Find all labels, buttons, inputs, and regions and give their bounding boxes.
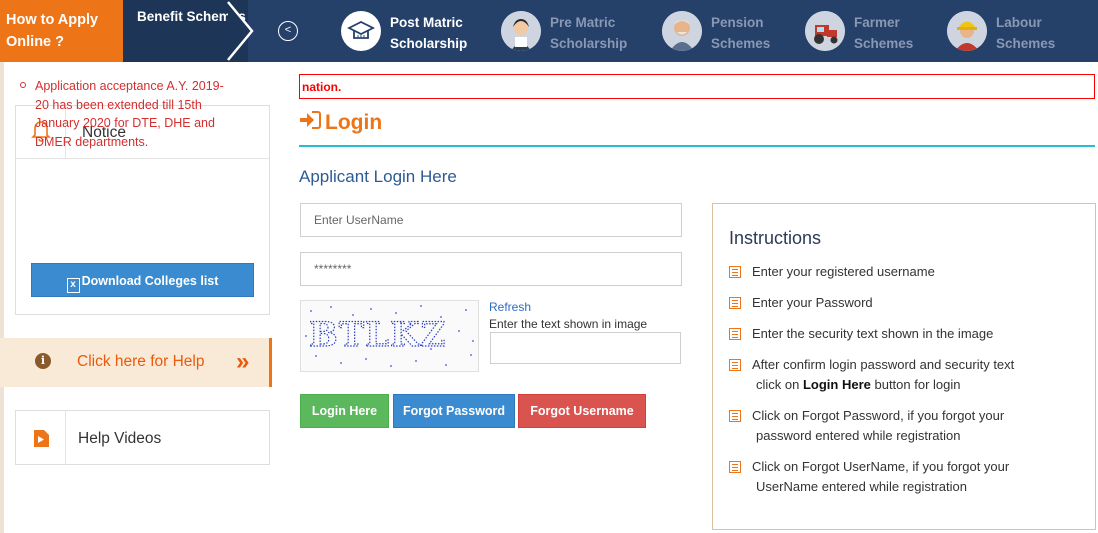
- help-link[interactable]: i Click here for Help »: [0, 338, 272, 387]
- captcha-image: BTLKZ: [300, 300, 479, 372]
- sidebar-border: [0, 62, 4, 533]
- instructions-list: Enter your registered username Enter you…: [729, 262, 1079, 508]
- graduation-cap-icon: [341, 11, 381, 51]
- excel-icon: x: [66, 278, 80, 293]
- download-label: Download Colleges list: [81, 274, 219, 288]
- top-nav: How to Apply Online ? Benefit Schemes < …: [0, 0, 1098, 62]
- back-arrow-button[interactable]: <: [278, 21, 298, 41]
- scheme-label: Pre Matric: [550, 15, 616, 30]
- scheme-label: Post Matric: [390, 15, 463, 30]
- worker-helmet-icon: [947, 11, 987, 51]
- bullet-icon: [20, 82, 26, 88]
- captcha-input[interactable]: [490, 332, 681, 364]
- list-icon: [729, 359, 741, 371]
- instruction-text: Enter the security text shown in the ima…: [752, 326, 994, 341]
- instruction-text: click on Login Here button for login: [752, 377, 961, 392]
- instruction-text: Enter your Password: [752, 295, 873, 310]
- double-chevron-right-icon: »: [236, 348, 250, 375]
- video-file-icon: [16, 411, 66, 464]
- divider: [299, 145, 1095, 147]
- help-videos-label: Help Videos: [78, 430, 162, 447]
- login-title-text: Login: [325, 111, 383, 134]
- scheme-label: Schemes: [996, 36, 1056, 51]
- help-videos-link[interactable]: Help Videos: [15, 410, 270, 465]
- notice-item: Application acceptance A.Y. 2019-20 has …: [20, 77, 234, 151]
- list-icon: [729, 461, 741, 473]
- list-icon: [729, 266, 741, 278]
- scheme-label: Schemes: [854, 36, 914, 51]
- instruction-item: Click on Forgot Password, if you forgot …: [729, 406, 1079, 446]
- list-icon: [729, 297, 741, 309]
- login-here-emphasis: Login Here: [802, 377, 871, 392]
- list-icon: [729, 410, 741, 422]
- username-input[interactable]: [300, 203, 682, 237]
- how-to-apply-link[interactable]: How to Apply Online ?: [0, 0, 123, 62]
- instruction-text: Click on Forgot Password, if you forgot …: [752, 408, 1005, 423]
- notice-text: Application acceptance A.Y. 2019-20 has …: [35, 79, 224, 149]
- download-colleges-button[interactable]: x Download Colleges list: [31, 263, 254, 297]
- instruction-text: password entered while registration: [756, 428, 961, 443]
- scheme-label: Pension: [711, 15, 764, 30]
- captcha-hint: Enter the text shown in image: [489, 317, 648, 331]
- list-icon: [729, 328, 741, 340]
- help-label: Click here for Help: [77, 353, 205, 370]
- instruction-item: After confirm login password and securit…: [729, 355, 1079, 395]
- instructions-panel: Instructions Enter your registered usern…: [712, 203, 1096, 530]
- captcha-refresh-link[interactable]: Refresh: [489, 300, 531, 314]
- instruction-text: Enter your registered username: [752, 264, 935, 279]
- instruction-item: Enter the security text shown in the ima…: [729, 324, 1079, 344]
- scheme-label: Scholarship: [390, 36, 468, 51]
- scheme-label: Labour: [996, 15, 1042, 30]
- applicant-login-heading: Applicant Login Here: [299, 167, 457, 186]
- error-message: nation.: [299, 74, 1095, 99]
- password-input[interactable]: [300, 252, 682, 286]
- instruction-text: UserName entered while registration: [756, 479, 967, 494]
- chevron-right-icon: [227, 1, 254, 61]
- instructions-title: Instructions: [729, 228, 822, 248]
- instruction-text: click on: [756, 377, 803, 392]
- instruction-item: Click on Forgot UserName, if you forgot …: [729, 457, 1079, 497]
- scheme-label: Farmer: [854, 15, 900, 30]
- scheme-label: Schemes: [711, 36, 771, 51]
- instruction-text: Click on Forgot UserName, if you forgot …: [752, 459, 1010, 474]
- info-icon: i: [35, 353, 51, 369]
- captcha-text: BTLKZ: [309, 315, 446, 355]
- forgot-password-button[interactable]: Forgot Password: [393, 394, 515, 428]
- instruction-text: After confirm login password and securit…: [752, 357, 1015, 372]
- instruction-item: Enter your Password: [729, 293, 1079, 313]
- sign-in-icon: [299, 111, 321, 135]
- elderly-man-icon: [662, 11, 702, 51]
- instruction-text: button for login: [870, 377, 961, 392]
- student-icon: [501, 11, 541, 51]
- instruction-item: Enter your registered username: [729, 262, 1079, 282]
- tractor-icon: [805, 11, 845, 51]
- login-button[interactable]: Login Here: [300, 394, 389, 428]
- scheme-label: Scholarship: [550, 36, 628, 51]
- forgot-username-button[interactable]: Forgot Username: [518, 394, 646, 428]
- login-heading: Login: [299, 111, 382, 135]
